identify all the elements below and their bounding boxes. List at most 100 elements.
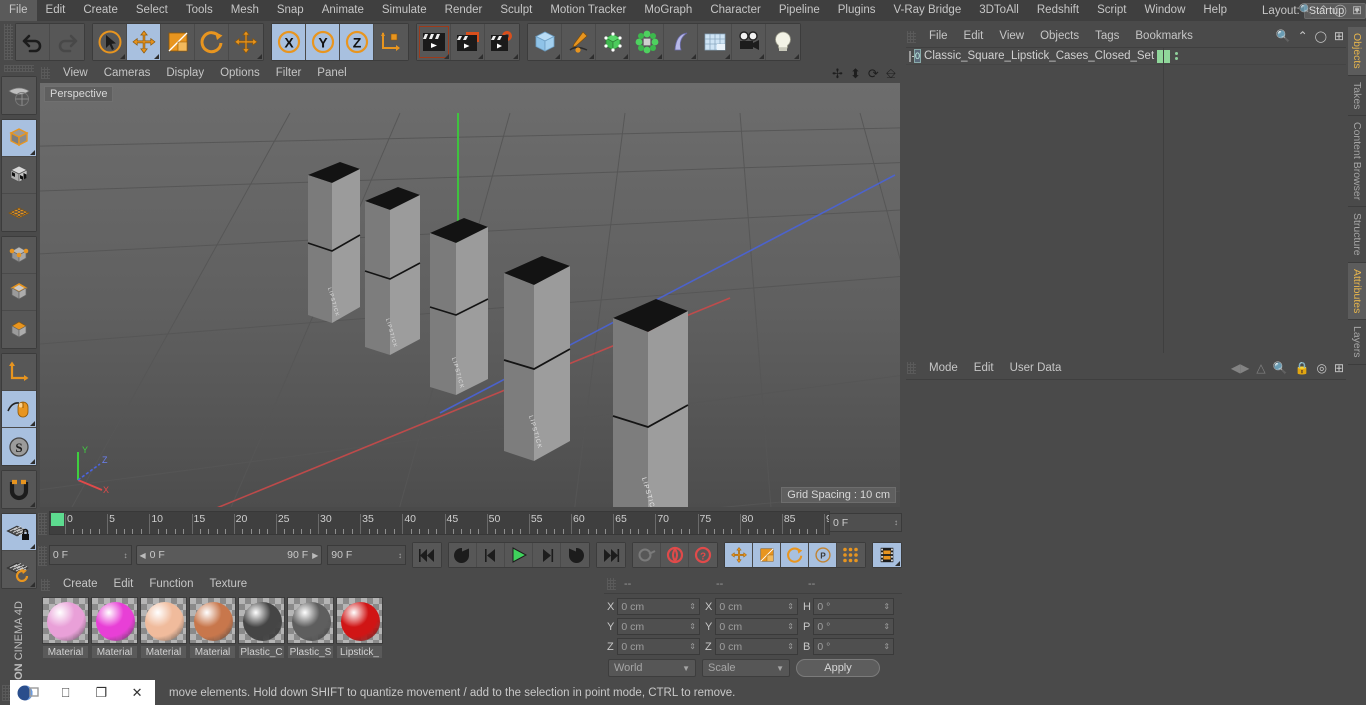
menu-simulate[interactable]: Simulate — [373, 0, 436, 21]
rotation-field-B[interactable]: 0 ° ⇕ — [813, 638, 895, 655]
polygon-mode-button[interactable] — [2, 311, 36, 348]
home-icon[interactable]: ⌃ — [1318, 3, 1328, 17]
record-active-objects-button[interactable] — [633, 543, 661, 567]
range-right-arrow-icon[interactable]: ▶ — [312, 551, 318, 560]
workplane-lock-button[interactable] — [2, 514, 36, 551]
material-preview[interactable] — [287, 597, 334, 644]
menu-mograph[interactable]: MoGraph — [635, 0, 701, 21]
make-editable-button[interactable] — [2, 77, 36, 114]
size-mode-dropdown[interactable]: Scale ▼ — [702, 659, 790, 677]
step-forward-button[interactable] — [533, 543, 561, 567]
material-item[interactable]: Material — [140, 597, 187, 675]
material-item[interactable]: Plastic_C — [238, 597, 285, 675]
workplane-mode-button[interactable] — [2, 194, 36, 231]
scale-tool[interactable] — [161, 24, 195, 60]
render-view-button[interactable] — [417, 24, 451, 60]
spinner-icon[interactable]: ⇕ — [883, 642, 890, 651]
object-tree[interactable]: 0 Classic_Square_Lipstick_Cases_Closed_S… — [906, 47, 1346, 353]
search-icon[interactable]: 🔍 — [1298, 3, 1313, 17]
perspective-viewport[interactable]: LIPSTICK LIPSTICK LIPSTICK LIPSTICK LIPS… — [40, 83, 900, 507]
menu-motion-tracker[interactable]: Motion Tracker — [541, 0, 635, 21]
pla-key-toggle[interactable]: P — [809, 543, 837, 567]
om-menu-file[interactable]: File — [921, 27, 956, 46]
am-menu-user-data[interactable]: User Data — [1002, 358, 1070, 378]
material-preview[interactable] — [140, 597, 187, 644]
move-tool-secondary[interactable] — [229, 24, 263, 60]
menu-script[interactable]: Script — [1088, 0, 1135, 21]
expand-toggle-icon[interactable] — [909, 50, 917, 62]
close-button[interactable]: ✕ — [119, 680, 155, 705]
pan-view-icon[interactable]: ✢ — [832, 66, 843, 82]
current-frame-marker[interactable] — [51, 513, 64, 526]
live-selection-tool[interactable] — [93, 24, 127, 60]
size-field-Z[interactable]: 0 cm ⇕ — [715, 638, 798, 655]
material-item[interactable]: Lipstick_ — [336, 597, 383, 675]
size-field-X[interactable]: 0 cm ⇕ — [715, 598, 798, 615]
tab-content-browser[interactable]: Content Browser — [1348, 116, 1366, 208]
viewport-menu-panel[interactable]: Panel — [309, 63, 354, 83]
soft-selection-button[interactable]: S — [2, 428, 36, 465]
forward-history-icon[interactable]: △ — [1256, 361, 1265, 375]
material-preview[interactable] — [336, 597, 383, 644]
minimize-button[interactable]: ⎕ — [48, 680, 84, 705]
start-frame-field[interactable]: 0 F ↕ — [48, 545, 132, 565]
object-manager-grip[interactable] — [907, 30, 916, 43]
spinner-icon[interactable]: ⇕ — [689, 602, 696, 611]
snap-magnet-button[interactable] — [2, 471, 36, 508]
target-icon[interactable]: ◎ — [1316, 361, 1326, 375]
viewport-grip[interactable] — [41, 67, 50, 79]
left-toolbar-grip[interactable] — [4, 65, 34, 72]
menu-animate[interactable]: Animate — [313, 0, 373, 21]
rotation-key-toggle[interactable] — [781, 543, 809, 567]
om-menu-tags[interactable]: Tags — [1087, 27, 1127, 46]
viewport-menu-options[interactable]: Options — [212, 63, 268, 83]
material-preview[interactable] — [91, 597, 138, 644]
render-settings-button[interactable] — [485, 24, 519, 60]
maximize-button[interactable]: ❐ — [83, 680, 119, 705]
add-scene-button[interactable] — [698, 24, 732, 60]
param-key-toggle[interactable] — [837, 543, 865, 567]
coordinates-grip[interactable] — [607, 578, 616, 590]
spinner-icon[interactable]: ⇕ — [787, 642, 794, 651]
edge-mode-button[interactable] — [2, 274, 36, 311]
object-name[interactable]: Classic_Square_Lipstick_Cases_Closed_Set — [924, 50, 1154, 62]
add-tab-icon[interactable]: ⊞ — [1352, 3, 1362, 17]
om-menu-edit[interactable]: Edit — [956, 27, 992, 46]
menu-pipeline[interactable]: Pipeline — [770, 0, 829, 21]
menu-edit[interactable]: Edit — [37, 0, 75, 21]
am-menu-mode[interactable]: Mode — [921, 358, 966, 378]
ellipse-icon[interactable]: ◯ — [1315, 30, 1327, 43]
attribute-content[interactable] — [906, 379, 1346, 677]
move-tool[interactable] — [127, 24, 161, 60]
z-axis-lock[interactable]: Z — [340, 24, 374, 60]
om-menu-objects[interactable]: Objects — [1032, 27, 1087, 46]
step-back-button[interactable] — [477, 543, 505, 567]
material-menu-edit[interactable]: Edit — [106, 575, 142, 594]
menu-character[interactable]: Character — [701, 0, 770, 21]
zoom-view-icon[interactable]: ⬍ — [850, 66, 861, 82]
spinner-icon[interactable]: ⇕ — [883, 602, 890, 611]
menu-3dtoall[interactable]: 3DToAll — [970, 0, 1028, 21]
spinner-icon[interactable]: ⇕ — [787, 622, 794, 631]
apply-button[interactable]: Apply — [796, 659, 880, 677]
menu-redshift[interactable]: Redshift — [1028, 0, 1088, 21]
ellipse-icon[interactable]: ◯ — [1334, 3, 1347, 17]
x-axis-lock[interactable]: X — [272, 24, 306, 60]
material-item[interactable]: Material — [189, 597, 236, 675]
menu-mesh[interactable]: Mesh — [222, 0, 268, 21]
y-axis-lock[interactable]: Y — [306, 24, 340, 60]
lock-icon[interactable]: 🔒 — [1295, 361, 1310, 375]
menu-select[interactable]: Select — [127, 0, 177, 21]
viewport-menu-display[interactable]: Display — [158, 63, 212, 83]
viewport-menu-view[interactable]: View — [55, 63, 96, 83]
viewport-menu-cameras[interactable]: Cameras — [96, 63, 159, 83]
menu-window[interactable]: Window — [1135, 0, 1194, 21]
material-menu-function[interactable]: Function — [141, 575, 201, 594]
menu-sculpt[interactable]: Sculpt — [491, 0, 541, 21]
search-icon[interactable]: 🔍 — [1276, 29, 1291, 43]
add-generator-button[interactable] — [596, 24, 630, 60]
add-cloner-button[interactable] — [630, 24, 664, 60]
keyframe-selection-button[interactable]: ? — [689, 543, 717, 567]
add-tab-icon[interactable]: ⊞ — [1334, 361, 1344, 375]
rotation-field-H[interactable]: 0 ° ⇕ — [813, 598, 895, 615]
